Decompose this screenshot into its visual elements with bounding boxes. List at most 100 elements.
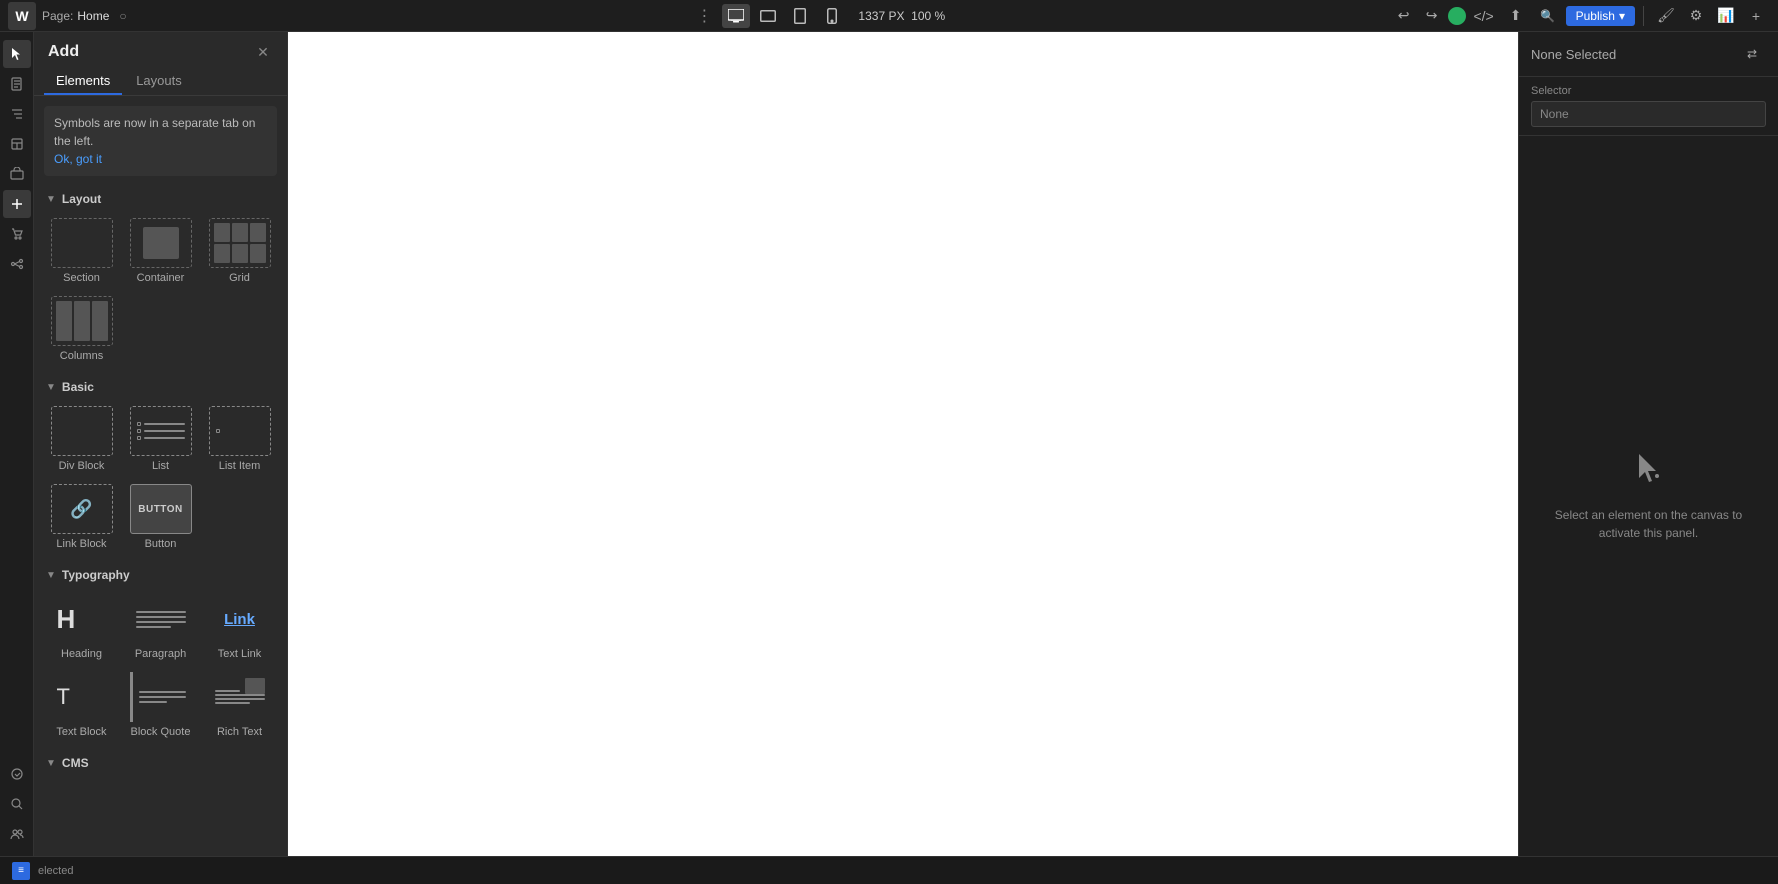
typography-element-grid: H Heading Paragraph Link Text Li xyxy=(34,586,287,750)
info-link[interactable]: Ok, got it xyxy=(54,152,102,166)
element-text-block[interactable]: T Text Block xyxy=(44,668,119,742)
undo-btn[interactable]: ↩ xyxy=(1392,4,1416,28)
search-btn[interactable]: 🔍 xyxy=(1534,2,1562,30)
search-nav[interactable] xyxy=(3,790,31,818)
w-logo[interactable]: W xyxy=(8,2,36,30)
element-button[interactable]: BUTTON Button xyxy=(123,480,198,554)
button-label: Button xyxy=(145,538,177,550)
selector-box[interactable]: None xyxy=(1531,101,1766,127)
basic-chevron: ▼ xyxy=(46,382,56,393)
zoom-display: 1337 PX 100 % xyxy=(850,9,953,23)
settings-btn[interactable]: ⚙ xyxy=(1682,2,1710,30)
top-right-icons: 🖌 ⚙ 📊 + xyxy=(1652,2,1770,30)
richtext-label: Rich Text xyxy=(217,726,262,738)
element-grid[interactable]: Grid xyxy=(202,214,277,288)
code-view-btn[interactable]: </> xyxy=(1470,2,1498,30)
tablet-landscape-btn[interactable] xyxy=(754,4,782,28)
element-list-item[interactable]: List Item xyxy=(202,402,277,476)
page-name: Home xyxy=(77,9,109,23)
empty-state-text: Select an element on the canvas to activ… xyxy=(1539,506,1758,542)
publish-nav[interactable] xyxy=(3,760,31,788)
tab-layouts[interactable]: Layouts xyxy=(124,68,194,95)
divblock-icon xyxy=(51,406,113,456)
element-div-block[interactable]: Div Block xyxy=(44,402,119,476)
mobile-btn[interactable] xyxy=(818,4,846,28)
heading-label: Heading xyxy=(61,648,102,660)
element-columns[interactable]: Columns xyxy=(44,292,119,366)
section-icon xyxy=(51,218,113,268)
add-elements-nav[interactable] xyxy=(3,190,31,218)
canvas-area[interactable] xyxy=(288,32,1518,856)
typography-chevron: ▼ xyxy=(46,570,56,581)
status-icon: ≡ xyxy=(12,862,30,880)
info-box: Symbols are now in a separate tab on the… xyxy=(44,106,277,176)
element-container[interactable]: Container xyxy=(123,214,198,288)
right-panel-header: None Selected ⇄ xyxy=(1519,32,1778,77)
right-panel-options-btn[interactable]: ⇄ xyxy=(1738,40,1766,68)
add-panel: Add ✕ Elements Layouts Symbols are now i… xyxy=(34,32,288,856)
paragraph-label: Paragraph xyxy=(135,648,186,660)
element-block-quote[interactable]: Block Quote xyxy=(123,668,198,742)
layout-chevron: ▼ xyxy=(46,194,56,205)
redo-btn[interactable]: ↪ xyxy=(1420,4,1444,28)
none-selected-label: None Selected xyxy=(1531,47,1616,62)
columns-label: Columns xyxy=(60,350,103,362)
ecommerce-nav[interactable] xyxy=(3,220,31,248)
button-icon: BUTTON xyxy=(130,484,192,534)
divblock-label: Div Block xyxy=(59,460,105,472)
tool-sidebar xyxy=(0,32,34,856)
team-nav[interactable] xyxy=(3,820,31,848)
grid-icon xyxy=(209,218,271,268)
divider xyxy=(1643,6,1644,26)
textblock-icon: T xyxy=(51,672,113,722)
cms-nav[interactable] xyxy=(3,130,31,158)
textlink-icon: Link xyxy=(209,594,271,644)
layout-section-label: Layout xyxy=(62,192,101,206)
element-heading[interactable]: H Heading xyxy=(44,590,119,664)
add-panel-expand-btn[interactable]: + xyxy=(1742,2,1770,30)
logic-nav[interactable] xyxy=(3,250,31,278)
publish-btn[interactable]: Publish ▾ xyxy=(1566,6,1635,26)
assets-nav[interactable] xyxy=(3,160,31,188)
selector-label: Selector xyxy=(1531,85,1766,97)
style-panel-btn[interactable]: 🖌 xyxy=(1652,2,1680,30)
richtext-icon xyxy=(209,672,271,722)
pages-nav[interactable] xyxy=(3,70,31,98)
top-bar-center: ⋮ 1337 PX 100 % xyxy=(260,4,1384,28)
layout-element-grid: Section Container xyxy=(34,210,287,374)
desktop-view-btn[interactable] xyxy=(722,4,750,28)
panel-content: ▼ Layout Section Container xyxy=(34,182,287,856)
basic-section-header[interactable]: ▼ Basic xyxy=(34,374,287,398)
element-paragraph[interactable]: Paragraph xyxy=(123,590,198,664)
cursor-empty-icon xyxy=(1631,450,1667,494)
right-panel-empty-state: Select an element on the canvas to activ… xyxy=(1519,136,1778,856)
columns-icon xyxy=(51,296,113,346)
element-section[interactable]: Section xyxy=(44,214,119,288)
element-list[interactable]: List xyxy=(123,402,198,476)
typography-section-header[interactable]: ▼ Typography xyxy=(34,562,287,586)
cms-section-label: CMS xyxy=(62,756,89,770)
list-label: List xyxy=(152,460,169,472)
add-panel-header: Add ✕ xyxy=(34,32,287,68)
element-rich-text[interactable]: Rich Text xyxy=(202,668,277,742)
canvas-frame xyxy=(288,32,1518,856)
layout-section-header[interactable]: ▼ Layout xyxy=(34,186,287,210)
textblock-label: Text Block xyxy=(56,726,106,738)
cursor-tool[interactable] xyxy=(3,40,31,68)
top-bar-left: W Page: Home ○ xyxy=(0,2,260,30)
container-inner xyxy=(143,227,179,259)
status-bar: ≡ elected xyxy=(0,856,1778,884)
element-link-block[interactable]: 🔗 Link Block xyxy=(44,480,119,554)
right-panel: None Selected ⇄ Selector None Select an … xyxy=(1518,32,1778,856)
more-options-menu[interactable]: ⋮ xyxy=(690,6,718,26)
tab-elements[interactable]: Elements xyxy=(44,68,122,95)
tablet-portrait-btn[interactable] xyxy=(786,4,814,28)
heading-icon: H xyxy=(51,594,113,644)
element-text-link[interactable]: Link Text Link xyxy=(202,590,277,664)
navigator-nav[interactable] xyxy=(3,100,31,128)
close-panel-btn[interactable]: ✕ xyxy=(253,42,273,62)
analytics-btn[interactable]: 📊 xyxy=(1712,2,1740,30)
linkblock-label: Link Block xyxy=(56,538,106,550)
export-btn[interactable]: ⬆ xyxy=(1502,2,1530,30)
cms-section-header[interactable]: ▼ CMS xyxy=(34,750,287,774)
